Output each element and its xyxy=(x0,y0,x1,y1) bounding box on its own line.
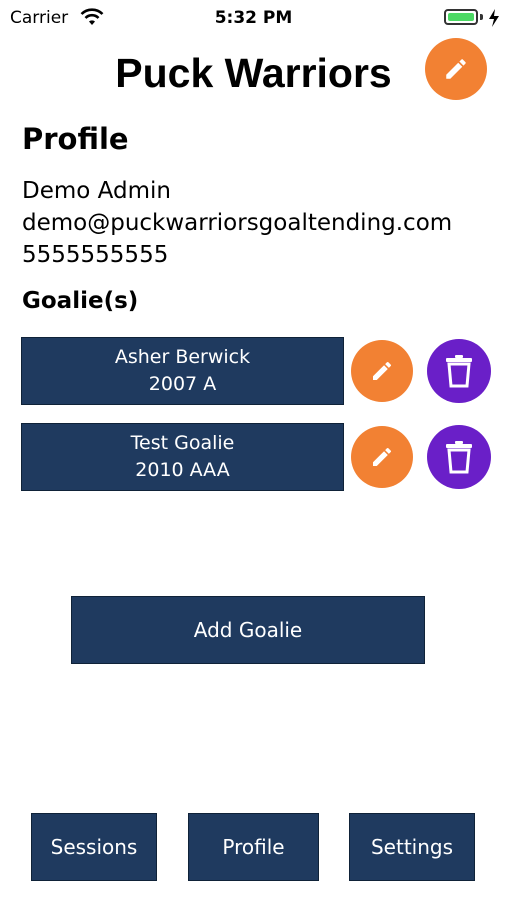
profile-phone: 5555555555 xyxy=(22,242,169,268)
delete-goalie-button[interactable] xyxy=(427,425,491,489)
pencil-icon xyxy=(373,361,392,380)
goalie-name: Test Goalie xyxy=(130,432,235,454)
edit-profile-button[interactable] xyxy=(425,38,487,100)
goalie-card[interactable]: Asher Berwick 2007 A xyxy=(21,337,344,405)
pencil-icon xyxy=(446,59,466,79)
goalie-level: 2010 AAA xyxy=(135,459,230,481)
trash-icon xyxy=(446,355,472,388)
delete-goalie-button[interactable] xyxy=(427,339,491,403)
charging-bolt-icon xyxy=(489,9,499,27)
status-time: 5:32 PM xyxy=(214,8,293,28)
tab-sessions[interactable]: Sessions xyxy=(31,813,157,881)
goalies-heading: Goalie(s) xyxy=(22,288,139,314)
tab-profile[interactable]: Profile xyxy=(188,813,319,881)
trash-icon xyxy=(446,441,472,474)
battery-icon xyxy=(444,9,478,25)
add-goalie-button[interactable]: Add Goalie xyxy=(71,596,425,664)
edit-goalie-button[interactable] xyxy=(351,340,413,402)
goalie-name: Asher Berwick xyxy=(114,346,251,368)
battery-nub xyxy=(480,14,483,20)
profile-heading: Profile xyxy=(22,122,129,156)
status-bar: Carrier 5:32 PM xyxy=(0,0,507,36)
tab-settings[interactable]: Settings xyxy=(349,813,475,881)
profile-name: Demo Admin xyxy=(22,178,171,204)
pencil-icon xyxy=(373,447,392,466)
edit-goalie-button[interactable] xyxy=(351,426,413,488)
goalie-level: 2007 A xyxy=(148,373,217,395)
goalie-card[interactable]: Test Goalie 2010 AAA xyxy=(21,423,344,491)
profile-email: demo@puckwarriorsgoaltending.com xyxy=(22,210,453,236)
